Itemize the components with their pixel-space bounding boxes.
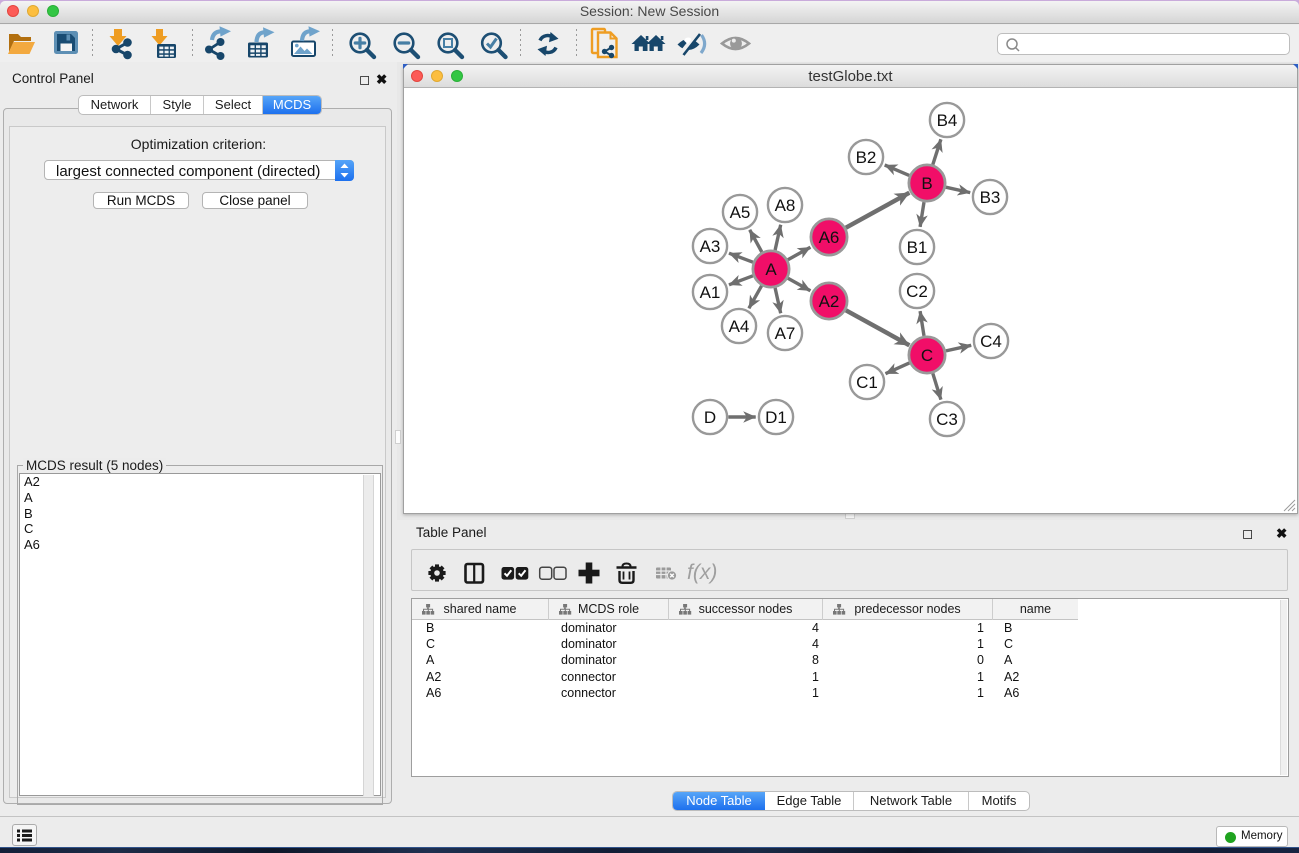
svg-text:A7: A7 — [775, 324, 796, 343]
svg-text:f(x): f(x) — [687, 561, 717, 584]
svg-text:C: C — [921, 346, 933, 365]
svg-text:A8: A8 — [775, 196, 796, 215]
svg-text:B4: B4 — [937, 111, 958, 130]
svg-text:D: D — [704, 408, 716, 427]
svg-text:C3: C3 — [936, 410, 958, 429]
svg-text:A5: A5 — [730, 203, 751, 222]
svg-text:C2: C2 — [906, 282, 928, 301]
svg-text:A3: A3 — [700, 237, 721, 256]
svg-text:B3: B3 — [980, 188, 1001, 207]
svg-text:B: B — [921, 174, 932, 193]
svg-text:D1: D1 — [765, 408, 787, 427]
svg-text:C1: C1 — [856, 373, 878, 392]
svg-text:A1: A1 — [700, 283, 721, 302]
svg-text:A4: A4 — [729, 317, 750, 336]
svg-text:B2: B2 — [856, 148, 877, 167]
svg-text:A: A — [765, 260, 777, 279]
svg-text:C4: C4 — [980, 332, 1002, 351]
svg-text:A2: A2 — [819, 292, 840, 311]
svg-text:B1: B1 — [907, 238, 928, 257]
svg-text:A6: A6 — [819, 228, 840, 247]
